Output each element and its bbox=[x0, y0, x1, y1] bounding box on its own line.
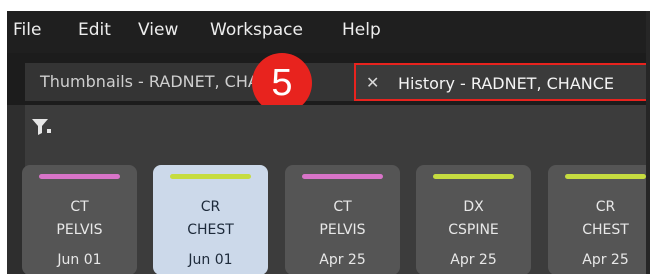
study-body-part: CHEST bbox=[187, 222, 234, 238]
tab-history[interactable]: ✕ History - RADNET, CHANCE bbox=[354, 63, 648, 101]
study-date: Jun 01 bbox=[188, 252, 233, 268]
tab-history-label: History - RADNET, CHANCE bbox=[398, 74, 615, 93]
study-card[interactable]: CR CHEST Jun 01 bbox=[153, 165, 268, 274]
tab-strip: Thumbnails - RADNET, CHANCE ✕ History - … bbox=[7, 53, 650, 105]
study-body-part: CSPINE bbox=[448, 222, 499, 238]
study-modality: CT bbox=[70, 199, 89, 215]
study-card[interactable]: CT PELVIS Apr 25 bbox=[285, 165, 400, 274]
study-status-bar bbox=[433, 174, 514, 179]
study-status-bar bbox=[302, 174, 383, 179]
menu-help[interactable]: Help bbox=[342, 20, 381, 40]
menu-file[interactable]: File bbox=[13, 20, 41, 40]
study-modality: CT bbox=[333, 199, 352, 215]
study-status-bar bbox=[565, 174, 646, 179]
step-number-badge: 5 bbox=[252, 53, 312, 113]
study-date: Jun 01 bbox=[57, 252, 102, 268]
study-modality: CR bbox=[200, 199, 221, 215]
menu-edit[interactable]: Edit bbox=[78, 20, 111, 40]
study-date: Apr 25 bbox=[582, 252, 629, 268]
window-edge bbox=[646, 11, 650, 274]
menu-workspace[interactable]: Workspace bbox=[210, 20, 303, 40]
close-icon[interactable]: ✕ bbox=[366, 65, 379, 99]
history-panel: CT PELVIS Jun 01 CR CHEST Jun 01 CT PELV… bbox=[22, 105, 650, 274]
study-card[interactable]: CT PELVIS Jun 01 bbox=[22, 165, 137, 274]
study-body-part: PELVIS bbox=[319, 222, 366, 238]
study-date: Apr 25 bbox=[450, 252, 497, 268]
study-card[interactable]: CR CHEST Apr 25 bbox=[548, 165, 650, 274]
study-status-bar bbox=[39, 174, 120, 179]
menu-bar: File Edit View Workspace Help bbox=[7, 11, 650, 53]
study-modality: DX bbox=[463, 199, 484, 215]
study-card[interactable]: DX CSPINE Apr 25 bbox=[416, 165, 531, 274]
filter-icon[interactable] bbox=[31, 117, 55, 137]
menu-view[interactable]: View bbox=[138, 20, 178, 40]
application-window: File Edit View Workspace Help Thumbnails… bbox=[7, 11, 650, 274]
study-modality: CR bbox=[595, 199, 616, 215]
study-status-bar bbox=[170, 174, 251, 179]
study-body-part: PELVIS bbox=[56, 222, 103, 238]
study-body-part: CHEST bbox=[582, 222, 629, 238]
study-date: Apr 25 bbox=[319, 252, 366, 268]
